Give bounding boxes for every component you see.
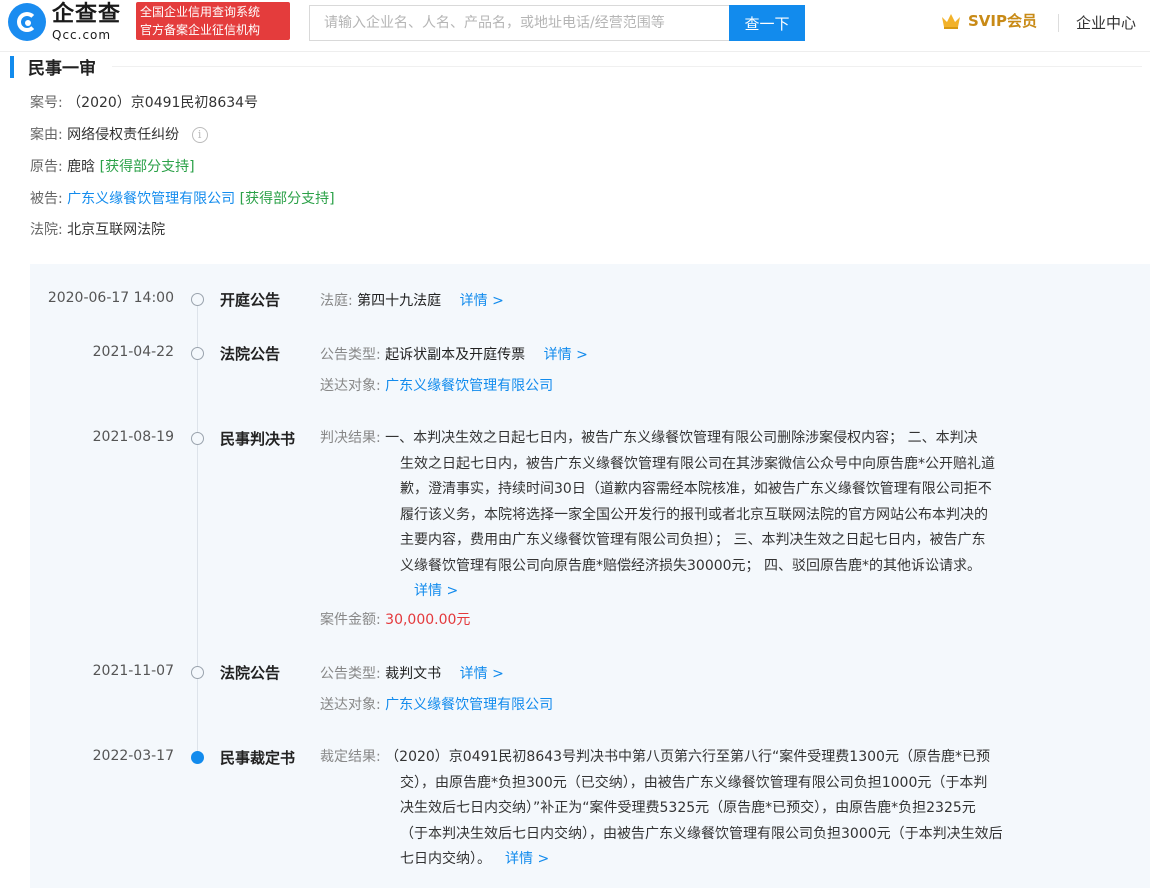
details-link[interactable]: 详情 >	[460, 293, 504, 309]
timeline-detail-row: 法庭: 第四十九法庭 详情 >	[320, 290, 504, 310]
court-row: 法院: 北京互联网法院	[30, 219, 165, 239]
timeline-dot	[191, 293, 204, 306]
timeline-detail-row: 公告类型: 裁判文书 详情 >	[320, 663, 504, 683]
judgment-line: 一、本判决生效之日起七日内，被告广东义缘餐饮管理有限公司删除涉案侵权内容； 二、…	[385, 430, 978, 446]
ruling-line: （于本判决生效后七日内交纳），由被告广东义缘餐饮管理有限公司负担3000元（于本…	[400, 825, 1003, 842]
timeline-dot	[191, 432, 204, 445]
judgment-result: 判决结果: 一、本判决生效之日起七日内，被告广东义缘餐饮管理有限公司删除涉案侵权…	[320, 426, 1080, 605]
defendant-link[interactable]: 广东义缘餐饮管理有限公司	[67, 191, 235, 207]
timeline-type: 法院公告	[220, 345, 281, 363]
detail-label: 法庭:	[320, 293, 353, 309]
amount-label: 案件金额:	[320, 612, 381, 628]
ruling-line: （2020）京0491民初8643号判决书中第八页第六行至第八行“案件受理费13…	[385, 749, 990, 765]
case-cause-label: 案由:	[30, 127, 63, 143]
defendant-row: 被告: 广东义缘餐饮管理有限公司 [获得部分支持]	[30, 188, 335, 208]
timeline-type: 民事裁定书	[220, 749, 296, 767]
ruling-line: 交），由原告鹿*负担300元（已交纳），由被告广东义缘餐饮管理有限公司负担100…	[400, 774, 988, 791]
timeline-date: 2022-03-17	[92, 748, 174, 764]
credit-tag-badge: 全国企业信用查询系统 官方备案企业征信机构	[136, 2, 290, 40]
svip-link[interactable]: SVIP会员	[940, 10, 1037, 31]
case-cause-row: 案由: 网络侵权责任纠纷 i	[30, 124, 208, 144]
detail-value: 裁判文书	[385, 666, 442, 682]
timeline-type: 法院公告	[220, 664, 281, 682]
top-nav-bar: 企查查 Qcc.com 全国企业信用查询系统 官方备案企业征信机构 查一下 SV…	[0, 0, 1150, 52]
judgment-line: 歉，澄清事实，持续时间30日（道歉内容需经本院核准，如被告广东义缘餐饮管理有限公…	[400, 481, 992, 497]
detail-value: 起诉状副本及开庭传票	[385, 347, 526, 363]
case-cause-value: 网络侵权责任纠纷	[67, 127, 180, 143]
judgment-label: 判决结果:	[320, 430, 381, 446]
timeline-line	[197, 300, 198, 760]
timeline-date: 2021-11-07	[92, 663, 174, 679]
recipient-label: 送达对象:	[320, 378, 381, 394]
case-number-value: （2020）京0491民初8634号	[67, 95, 259, 111]
recipient-link[interactable]: 广东义缘餐饮管理有限公司	[385, 378, 553, 394]
court-label: 法院:	[30, 222, 63, 238]
tag-line-2: 官方备案企业征信机构	[140, 23, 261, 37]
logo-text-cn: 企查查	[52, 1, 122, 27]
search-button[interactable]: 查一下	[729, 5, 805, 41]
detail-value: 第四十九法庭	[357, 293, 442, 309]
timeline-recipient-row: 送达对象: 广东义缘餐饮管理有限公司	[320, 375, 553, 395]
details-link[interactable]: 详情 >	[414, 583, 458, 599]
details-link[interactable]: 详情 >	[460, 666, 504, 682]
search-input[interactable]	[309, 5, 729, 41]
timeline-dot-current	[191, 751, 204, 764]
judgment-line: 履行该义务，本院将选择一家全国公开发行的报刊或者北京互联网法院的官方网站公布本判…	[400, 506, 988, 523]
defendant-result: [获得部分支持]	[239, 191, 335, 207]
info-icon[interactable]: i	[191, 127, 208, 143]
timeline-detail-row: 公告类型: 起诉状副本及开庭传票 详情 >	[320, 344, 588, 364]
logo-text-en: Qcc.com	[52, 27, 112, 42]
svip-label: SVIP会员	[968, 12, 1037, 30]
case-amount-row: 案件金额: 30,000.00元	[320, 609, 470, 629]
detail-label: 公告类型:	[320, 347, 381, 363]
case-number-row: 案号: （2020）京0491民初8634号	[30, 92, 258, 112]
plaintiff-value: 鹿晗	[67, 159, 96, 175]
section-accent-bar	[10, 56, 14, 78]
recipient-label: 送达对象:	[320, 697, 381, 713]
crown-icon	[942, 13, 960, 29]
judgment-line: 生效之日起七日内，被告广东义缘餐饮管理有限公司在其涉案微信公众号中向原告鹿*公开…	[400, 455, 995, 472]
timeline-type: 开庭公告	[220, 291, 281, 309]
ruling-result: 裁定结果: （2020）京0491民初8643号判决书中第八页第六行至第八行“案…	[320, 745, 1080, 873]
section-title: 民事一审	[28, 59, 96, 79]
timeline-date: 2021-08-19	[92, 429, 174, 445]
ruling-line: 七日内交纳）。	[400, 851, 491, 867]
plaintiff-result: [获得部分支持]	[99, 159, 195, 175]
timeline-type: 民事判决书	[220, 430, 296, 448]
header-divider	[1058, 14, 1059, 32]
plaintiff-row: 原告: 鹿晗 [获得部分支持]	[30, 156, 195, 176]
timeline-dot	[191, 666, 204, 679]
timeline-date: 2021-04-22	[92, 344, 174, 360]
plaintiff-label: 原告:	[30, 159, 63, 175]
section-divider	[112, 66, 1142, 67]
case-number-label: 案号:	[30, 95, 63, 111]
site-logo[interactable]: 企查查 Qcc.com	[8, 3, 121, 41]
details-link[interactable]: 详情 >	[544, 347, 588, 363]
timeline-recipient-row: 送达对象: 广东义缘餐饮管理有限公司	[320, 694, 553, 714]
amount-value: 30,000.00元	[385, 612, 471, 628]
tag-line-1: 全国企业信用查询系统	[140, 5, 261, 19]
detail-label: 公告类型:	[320, 666, 381, 682]
timeline-dot	[191, 347, 204, 360]
defendant-label: 被告:	[30, 191, 63, 207]
details-link[interactable]: 详情 >	[505, 851, 549, 867]
judgment-line: 主要内容，费用由广东义缘餐饮管理有限公司负担）； 三、本判决生效之日起七日内，被…	[400, 532, 986, 548]
timeline-date: 2020-06-17 14:00	[47, 290, 174, 306]
enterprise-center-link[interactable]: 企业中心	[1076, 12, 1136, 33]
court-value: 北京互联网法院	[67, 222, 166, 238]
ruling-line: 决生效后七日内交纳）”补正为“案件受理费5325元（原告鹿*已预交），由原告鹿*…	[400, 800, 976, 816]
judgment-line: 义缘餐饮管理有限公司向原告鹿*赔偿经济损失30000元； 四、驳回原告鹿*的其他…	[400, 557, 981, 574]
recipient-link[interactable]: 广东义缘餐饮管理有限公司	[385, 697, 553, 713]
logo-icon	[8, 3, 46, 41]
ruling-label: 裁定结果:	[320, 749, 381, 765]
